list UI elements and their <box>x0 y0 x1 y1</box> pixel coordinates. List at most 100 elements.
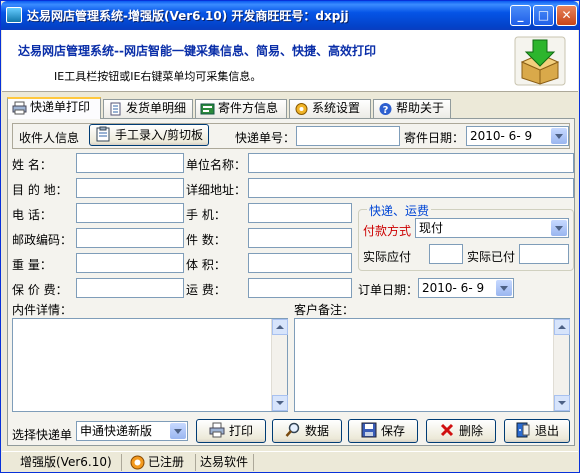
remark-label: 客户备注： <box>294 303 355 317</box>
name-label: 姓 名： <box>12 158 52 172</box>
company-label: 单位名称： <box>186 158 247 172</box>
order-date-value: 2010- 6- 9 <box>422 281 485 295</box>
volume-input[interactable] <box>248 253 352 273</box>
template-value: 申通快递新版 <box>80 424 153 438</box>
paid-input[interactable] <box>519 244 569 264</box>
print-icon <box>12 101 27 115</box>
template-select[interactable]: 申通快递新版 <box>76 421 188 441</box>
select-template-label: 选择快递单 <box>12 428 73 442</box>
count-input[interactable] <box>248 228 352 248</box>
title-bar[interactable]: 达易网店管理系统-增强版(Ver6.10) 开发商旺旺号：dxpjj _ □ ✕ <box>1 1 579 30</box>
name-input[interactable] <box>76 153 184 173</box>
address-label: 详细地址： <box>186 183 247 197</box>
minimize-button[interactable]: _ <box>510 5 531 26</box>
content-scrollbar[interactable] <box>271 319 288 411</box>
chevron-down-icon[interactable] <box>496 280 512 296</box>
data-button[interactable]: 数据 <box>272 419 342 443</box>
document-icon <box>110 102 121 116</box>
phone-label: 电 话： <box>12 208 52 222</box>
pay-method-label: 付款方式 <box>363 224 412 238</box>
help-icon: ? <box>379 103 392 116</box>
tracking-number-input[interactable] <box>296 126 400 146</box>
scroll-down-icon[interactable] <box>554 395 570 411</box>
mobile-label: 手 机： <box>186 208 226 222</box>
send-date-label: 寄件日期： <box>404 131 465 145</box>
freight-group-title: 快递、运费 <box>367 202 432 219</box>
content-textarea[interactable] <box>12 318 288 412</box>
tab-sender[interactable]: 寄件方信息 <box>195 99 287 118</box>
zip-input[interactable] <box>76 228 184 248</box>
order-date-label: 订单日期： <box>358 283 419 297</box>
printer-icon <box>209 422 225 438</box>
app-icon <box>6 7 22 23</box>
floppy-icon <box>361 422 377 438</box>
print-panel: 收件人信息 手工录入/剪切板 快递单号： 寄件日期： 2010- 6- 9 姓 … <box>7 118 575 446</box>
status-edition: 增强版(Ver6.10) <box>16 454 122 471</box>
status-vendor: 达易软件 <box>196 454 254 471</box>
pay-method-select[interactable]: 现付 <box>415 218 569 238</box>
due-input[interactable] <box>429 244 463 264</box>
close-button[interactable]: ✕ <box>556 5 577 26</box>
count-label: 件 数： <box>186 233 226 247</box>
mobile-input[interactable] <box>248 203 352 223</box>
recipient-label: 收件人信息 <box>19 131 80 145</box>
save-label: 保存 <box>380 424 405 438</box>
tab-label: 帮助关于 <box>396 101 445 115</box>
insure-input[interactable] <box>76 278 184 298</box>
send-date-value: 2010- 6- 9 <box>470 129 533 143</box>
print-button[interactable]: 打印 <box>196 419 266 443</box>
registered-label: 已注册 <box>148 455 185 469</box>
freight-group: 快递、运费 付款方式 现付 实际应付 实际已付 <box>358 202 574 271</box>
data-label: 数据 <box>304 424 329 438</box>
save-button[interactable]: 保存 <box>348 419 418 443</box>
tab-label: 快递单打印 <box>30 100 91 114</box>
clipboard-icon <box>96 126 110 142</box>
phone-input[interactable] <box>76 203 184 223</box>
manual-entry-label: 手工录入/剪切板 <box>114 128 204 142</box>
freight-input[interactable] <box>248 278 352 298</box>
region-label: 目 的 地： <box>12 183 68 197</box>
insure-label: 保 价 费： <box>12 283 68 297</box>
banner-subtitle: IE工具栏按钮或IE右键菜单均可采集信息。 <box>54 70 262 83</box>
download-box-icon <box>514 36 566 86</box>
tab-invoice[interactable]: 发货单明细 <box>103 99 193 118</box>
tab-settings[interactable]: 系统设置 <box>289 99 371 118</box>
status-registered: 已注册 <box>126 454 196 471</box>
content-label: 内件详情： <box>12 303 73 317</box>
remark-scrollbar[interactable] <box>553 319 570 411</box>
send-date-picker[interactable]: 2010- 6- 9 <box>466 126 569 146</box>
sender-icon <box>200 103 215 115</box>
window-title: 达易网店管理系统-增强版(Ver6.10) 开发商旺旺号：dxpjj <box>27 9 349 23</box>
tab-label: 寄件方信息 <box>218 101 279 115</box>
tab-print[interactable]: 快递单打印 <box>7 97 101 119</box>
registered-icon <box>130 455 145 470</box>
freight-label: 运 费： <box>186 283 226 297</box>
maximize-button[interactable]: □ <box>533 5 554 26</box>
delete-button[interactable]: 删除 <box>426 419 496 443</box>
app-window: 达易网店管理系统-增强版(Ver6.10) 开发商旺旺号：dxpjj _ □ ✕… <box>0 0 580 473</box>
magnifier-icon <box>285 422 300 437</box>
tab-help[interactable]: ? 帮助关于 <box>373 99 451 118</box>
delete-icon <box>440 423 454 437</box>
scroll-up-icon[interactable] <box>272 319 288 335</box>
exit-button[interactable]: 退出 <box>504 419 570 443</box>
region-input[interactable] <box>76 178 184 198</box>
svg-text:?: ? <box>383 105 389 116</box>
company-input[interactable] <box>248 153 574 173</box>
volume-label: 体 积： <box>186 258 226 272</box>
scroll-down-icon[interactable] <box>272 395 288 411</box>
paid-label: 实际已付 <box>467 250 516 264</box>
banner-title: 达易网店管理系统--网店智能一键采集信息、简易、快捷、高效打印 <box>18 44 376 58</box>
chevron-down-icon[interactable] <box>170 423 186 439</box>
weight-input[interactable] <box>76 253 184 273</box>
zip-label: 邮政编码： <box>12 233 73 247</box>
exit-door-icon <box>516 422 530 438</box>
address-input[interactable] <box>248 178 574 198</box>
scroll-up-icon[interactable] <box>554 319 570 335</box>
chevron-down-icon[interactable] <box>551 128 567 144</box>
remark-textarea[interactable] <box>294 318 570 412</box>
order-date-picker[interactable]: 2010- 6- 9 <box>418 278 514 298</box>
print-label: 打印 <box>228 424 253 438</box>
manual-entry-button[interactable]: 手工录入/剪切板 <box>89 124 209 146</box>
chevron-down-icon[interactable] <box>551 220 567 236</box>
